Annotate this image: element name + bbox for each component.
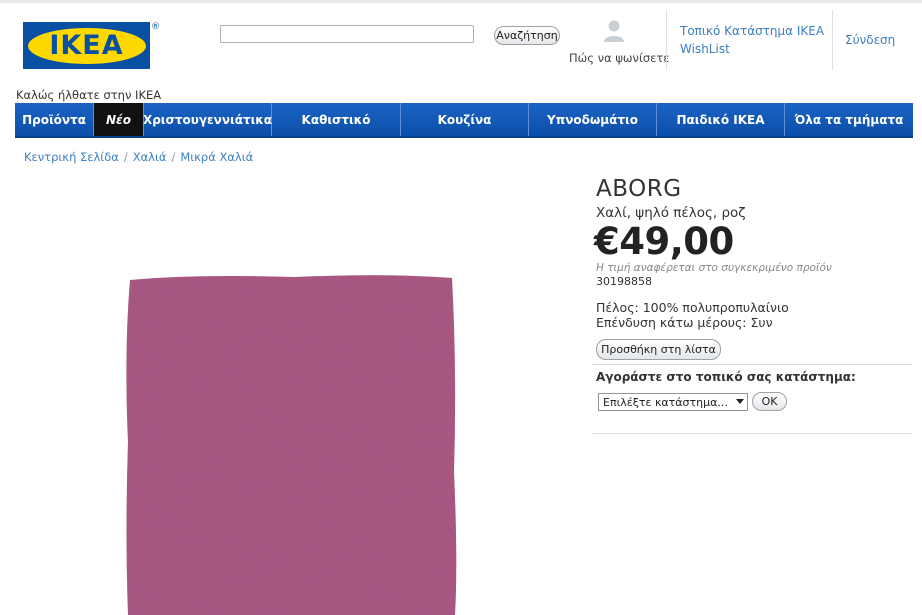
registered-mark: ® <box>151 22 160 32</box>
add-to-list-button[interactable]: Προσθήκη στη λίστα <box>596 339 721 360</box>
wishlist-link[interactable]: WishList <box>680 42 730 56</box>
nav-item-kids[interactable]: Παιδικό IKEA <box>657 103 785 136</box>
chevron-down-icon <box>736 399 744 404</box>
local-store-link[interactable]: Τοπικό Κατάστημα IKEA <box>680 24 824 38</box>
product-image[interactable] <box>124 272 458 615</box>
product-price: €49,00 <box>594 220 734 263</box>
nav-item-christmas[interactable]: Χριστουγεννιάτικα <box>143 103 272 136</box>
store-select[interactable]: Επιλέξτε κατάστημα... <box>598 393 748 411</box>
login-link[interactable]: Σύνδεση <box>845 33 895 47</box>
top-border <box>0 0 922 3</box>
breadcrumb-rugs[interactable]: Χαλιά <box>133 150 167 164</box>
section-divider <box>592 364 912 365</box>
breadcrumb-small-rugs[interactable]: Μικρά Χαλιά <box>180 150 253 164</box>
store-select-value: Επιλέξτε κατάστημα... <box>603 395 728 409</box>
header-divider <box>832 10 833 70</box>
article-number: 30198858 <box>596 275 652 288</box>
nav-item-all-departments[interactable]: Όλα τα τμήματα <box>785 103 913 136</box>
spec-backing: Επένδυση κάτω μέρους: Συν <box>596 315 773 330</box>
welcome-text: Καλώς ήλθατε στην IKEA <box>16 88 162 102</box>
person-icon[interactable] <box>602 19 626 43</box>
price-note: Η τιμή αναφέρεται στο συγκεκριμένο προϊό… <box>596 262 832 274</box>
breadcrumb-separator: / <box>123 150 128 164</box>
breadcrumb-home[interactable]: Κεντρική Σελίδα <box>24 150 119 164</box>
product-description: Χαλί, ψηλό πέλος, ροζ <box>596 205 746 221</box>
logo-text: IKEA <box>49 30 124 61</box>
nav-item-living-room[interactable]: Καθιστικό <box>272 103 401 136</box>
breadcrumb-separator: / <box>171 150 176 164</box>
logo-oval: IKEA <box>27 27 146 64</box>
nav-item-kitchen[interactable]: Κουζίνα <box>401 103 529 136</box>
how-to-shop-link[interactable]: Πώς να ψωνίσετε <box>569 51 670 65</box>
spec-pile: Πέλος: 100% πολυπροπυλαίνιο <box>596 300 789 315</box>
nav-item-products[interactable]: Προϊόντα <box>15 103 94 136</box>
nav-item-new[interactable]: Νέο <box>94 103 144 136</box>
breadcrumb: Κεντρική Σελίδα / Χαλιά / Μικρά Χαλιά <box>24 150 253 164</box>
header-divider <box>666 10 667 70</box>
search-button[interactable]: Αναζήτηση <box>494 26 560 45</box>
section-divider <box>592 433 912 434</box>
rug-shape <box>126 275 457 615</box>
product-name: ABORG <box>596 176 682 202</box>
nav-item-bedroom[interactable]: Υπνοδωμάτιο <box>529 103 657 136</box>
search-input[interactable] <box>220 25 474 43</box>
ikea-logo[interactable]: IKEA <box>23 22 150 69</box>
ok-button[interactable]: OK <box>752 392 787 411</box>
main-nav: Προϊόντα Νέο Χριστουγεννιάτικα Καθιστικό… <box>15 103 913 138</box>
buy-local-label: Αγοράστε στο τοπικό σας κατάστημα: <box>596 370 856 384</box>
